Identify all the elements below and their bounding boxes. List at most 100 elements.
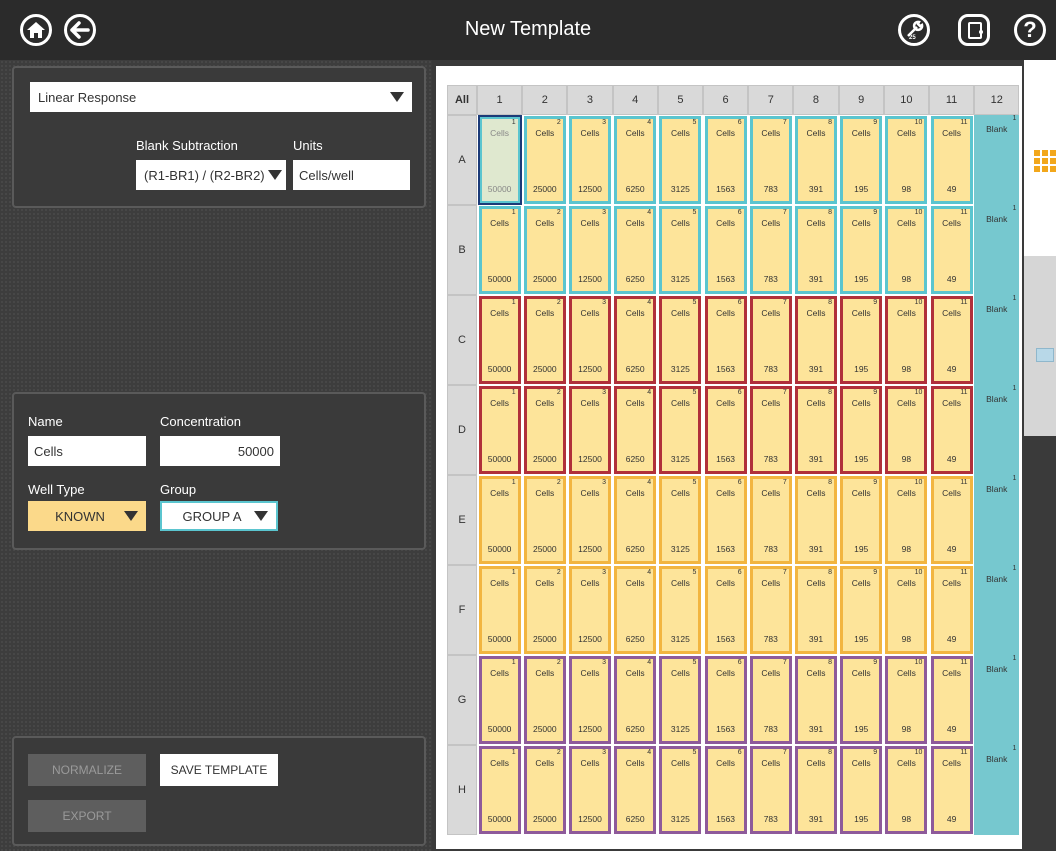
blank-well-E12[interactable]: 1 Blank (974, 475, 1020, 565)
well-G2[interactable]: 2 Cells 25000 (523, 656, 566, 744)
well-F7[interactable]: 7 Cells 783 (749, 566, 792, 654)
column-header-7[interactable]: 7 (748, 85, 794, 115)
row-header-A[interactable]: A (447, 115, 477, 205)
help-icon[interactable]: ? (1014, 14, 1046, 46)
well-D8[interactable]: 8 Cells 391 (795, 386, 837, 474)
well-G5[interactable]: 5 Cells 3125 (659, 656, 702, 744)
name-input[interactable]: Cells (28, 436, 146, 466)
well-E10[interactable]: 10 Cells 98 (885, 476, 928, 564)
well-C4[interactable]: 4 Cells 6250 (614, 296, 657, 384)
well-B3[interactable]: 3 Cells 12500 (569, 206, 611, 294)
column-header-9[interactable]: 9 (838, 85, 884, 115)
well-E3[interactable]: 3 Cells 12500 (569, 476, 611, 564)
well-H3[interactable]: 3 Cells 12500 (569, 746, 611, 834)
well-H6[interactable]: 6 Cells 1563 (704, 746, 747, 834)
well-H7[interactable]: 7 Cells 783 (749, 746, 792, 834)
well-A8[interactable]: 8 Cells 391 (795, 116, 837, 204)
well-B7[interactable]: 7 Cells 783 (749, 206, 792, 294)
well-G1[interactable]: 1 Cells 50000 (478, 656, 521, 744)
well-C7[interactable]: 7 Cells 783 (749, 296, 792, 384)
well-A9[interactable]: 9 Cells 195 (840, 116, 883, 204)
well-C10[interactable]: 10 Cells 98 (885, 296, 928, 384)
well-F11[interactable]: 11 Cells 49 (930, 566, 973, 654)
well-B2[interactable]: 2 Cells 25000 (523, 206, 566, 294)
grid-layout-icon[interactable] (1034, 150, 1056, 172)
column-header-6[interactable]: 6 (703, 85, 749, 115)
row-header-D[interactable]: D (447, 385, 477, 475)
well-E1[interactable]: 1 Cells 50000 (478, 476, 521, 564)
well-B10[interactable]: 10 Cells 98 (885, 206, 928, 294)
column-header-5[interactable]: 5 (657, 85, 703, 115)
blank-well-A12[interactable]: 1 Blank (974, 115, 1020, 205)
well-A1[interactable]: 1 Cells 50000 (477, 115, 522, 205)
well-C3[interactable]: 3 Cells 12500 (569, 296, 611, 384)
column-header-4[interactable]: 4 (612, 85, 658, 115)
export-button[interactable]: EXPORT (28, 800, 146, 832)
well-F8[interactable]: 8 Cells 391 (795, 566, 837, 654)
well-E2[interactable]: 2 Cells 25000 (523, 476, 566, 564)
well-C1[interactable]: 1 Cells 50000 (478, 296, 521, 384)
well-F6[interactable]: 6 Cells 1563 (704, 566, 747, 654)
well-D11[interactable]: 11 Cells 49 (930, 386, 973, 474)
normalize-button[interactable]: NORMALIZE (28, 754, 146, 786)
well-H10[interactable]: 10 Cells 98 (885, 746, 928, 834)
well-G11[interactable]: 11 Cells 49 (930, 656, 973, 744)
well-G7[interactable]: 7 Cells 783 (749, 656, 792, 744)
well-F5[interactable]: 5 Cells 3125 (659, 566, 702, 654)
well-G6[interactable]: 6 Cells 1563 (704, 656, 747, 744)
chart-icon[interactable] (1036, 348, 1054, 362)
well-A6[interactable]: 6 Cells 1563 (704, 116, 747, 204)
column-header-8[interactable]: 8 (793, 85, 839, 115)
well-F1[interactable]: 1 Cells 50000 (478, 566, 521, 654)
well-C11[interactable]: 11 Cells 49 (930, 296, 973, 384)
well-E11[interactable]: 11 Cells 49 (930, 476, 973, 564)
column-header-12[interactable]: 12 (974, 85, 1020, 115)
blank-well-D12[interactable]: 1 Blank (974, 385, 1020, 475)
well-H9[interactable]: 9 Cells 195 (840, 746, 883, 834)
well-H2[interactable]: 2 Cells 25000 (523, 746, 566, 834)
column-header-11[interactable]: 11 (929, 85, 975, 115)
well-E4[interactable]: 4 Cells 6250 (614, 476, 657, 564)
well-A7[interactable]: 7 Cells 783 (749, 116, 792, 204)
well-B9[interactable]: 9 Cells 195 (840, 206, 883, 294)
well-E6[interactable]: 6 Cells 1563 (704, 476, 747, 564)
well-B11[interactable]: 11 Cells 49 (930, 206, 973, 294)
well-G8[interactable]: 8 Cells 391 (795, 656, 837, 744)
row-header-B[interactable]: B (447, 205, 477, 295)
blank-subtraction-select[interactable]: (R1-BR1) / (R2-BR2) (136, 160, 286, 190)
column-header-2[interactable]: 2 (522, 85, 568, 115)
analysis-type-select[interactable]: Linear Response (30, 82, 412, 112)
blank-well-F12[interactable]: 1 Blank (974, 565, 1020, 655)
well-D3[interactable]: 3 Cells 12500 (569, 386, 611, 474)
well-C2[interactable]: 2 Cells 25000 (523, 296, 566, 384)
side-tab[interactable] (1024, 256, 1056, 436)
well-A4[interactable]: 4 Cells 6250 (614, 116, 657, 204)
well-F4[interactable]: 4 Cells 6250 (614, 566, 657, 654)
row-header-H[interactable]: H (447, 745, 477, 835)
well-type-select[interactable]: KNOWN (28, 501, 146, 531)
well-D1[interactable]: 1 Cells 50000 (478, 386, 521, 474)
row-header-G[interactable]: G (447, 655, 477, 745)
well-G10[interactable]: 10 Cells 98 (885, 656, 928, 744)
well-C6[interactable]: 6 Cells 1563 (704, 296, 747, 384)
well-E5[interactable]: 5 Cells 3125 (659, 476, 702, 564)
well-A2[interactable]: 2 Cells 25000 (523, 116, 566, 204)
well-D7[interactable]: 7 Cells 783 (749, 386, 792, 474)
well-D2[interactable]: 2 Cells 25000 (523, 386, 566, 474)
well-E7[interactable]: 7 Cells 783 (749, 476, 792, 564)
well-F2[interactable]: 2 Cells 25000 (523, 566, 566, 654)
row-header-F[interactable]: F (447, 565, 477, 655)
well-F9[interactable]: 9 Cells 195 (840, 566, 883, 654)
row-header-C[interactable]: C (447, 295, 477, 385)
column-header-1[interactable]: 1 (477, 85, 523, 115)
well-F3[interactable]: 3 Cells 12500 (569, 566, 611, 654)
well-C5[interactable]: 5 Cells 3125 (659, 296, 702, 384)
blank-well-C12[interactable]: 1 Blank (974, 295, 1020, 385)
select-all-button[interactable]: All (447, 85, 477, 115)
well-B5[interactable]: 5 Cells 3125 (659, 206, 702, 294)
well-A10[interactable]: 10 Cells 98 (885, 116, 928, 204)
well-H1[interactable]: 1 Cells 50000 (478, 746, 521, 834)
well-E9[interactable]: 9 Cells 195 (840, 476, 883, 564)
save-template-button[interactable]: SAVE TEMPLATE (160, 754, 278, 786)
well-B4[interactable]: 4 Cells 6250 (614, 206, 657, 294)
